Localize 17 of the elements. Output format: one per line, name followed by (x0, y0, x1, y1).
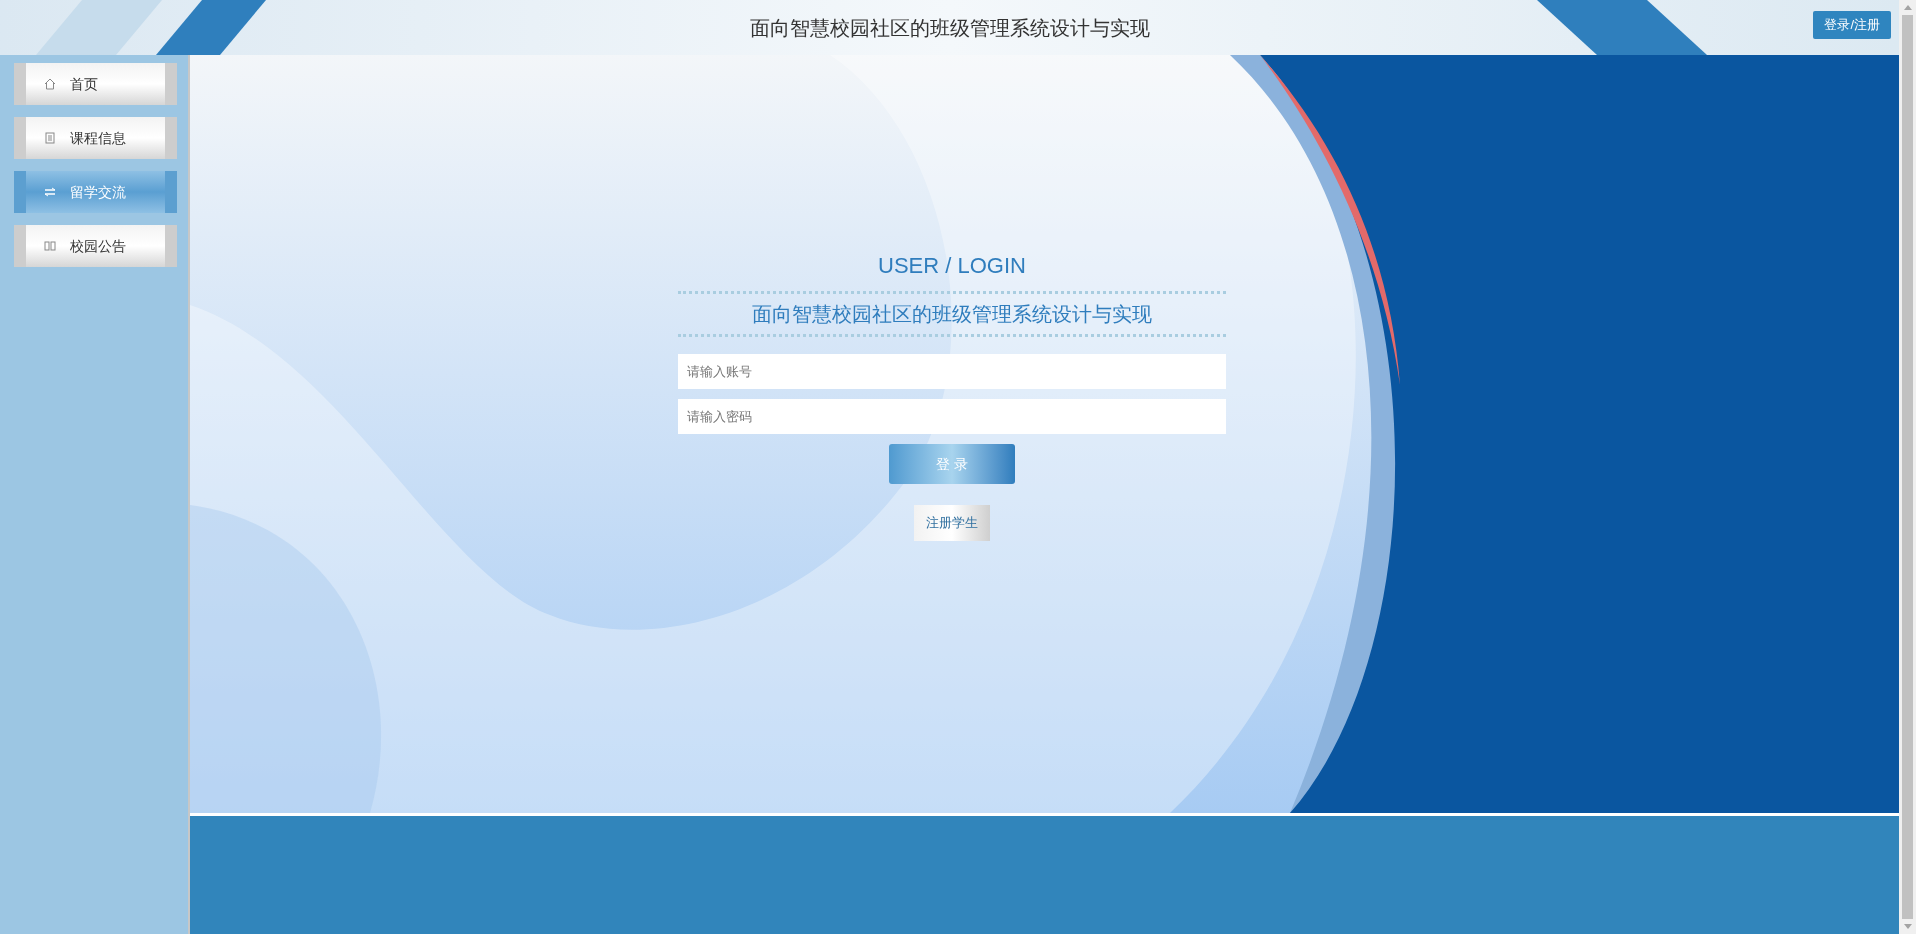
site-title: 面向智慧校园社区的班级管理系统设计与实现 (749, 15, 1150, 41)
home-icon (44, 78, 56, 90)
sidebar-item[interactable]: 首页 (14, 63, 177, 105)
document-icon (44, 132, 56, 144)
book-icon (44, 240, 56, 252)
sidebar-item[interactable]: 课程信息 (14, 117, 177, 159)
login-subtitle: 面向智慧校园社区的班级管理系统设计与实现 (752, 302, 1152, 327)
scrollbar[interactable] (1899, 0, 1916, 934)
login-register-button[interactable]: 登录/注册 (1813, 11, 1891, 39)
password-input[interactable]: 请输入密码 (678, 399, 1226, 434)
scroll-down-icon[interactable] (1903, 924, 1912, 929)
sliders-icon (44, 186, 56, 198)
register-student-button[interactable]: 注册学生 (914, 505, 990, 541)
scroll-up-icon[interactable] (1903, 5, 1912, 10)
login-heading: USER / LOGIN (878, 252, 1026, 280)
sidebar-item[interactable]: 校园公告 (14, 225, 177, 267)
account-input[interactable]: 请输入账号 (678, 354, 1226, 389)
